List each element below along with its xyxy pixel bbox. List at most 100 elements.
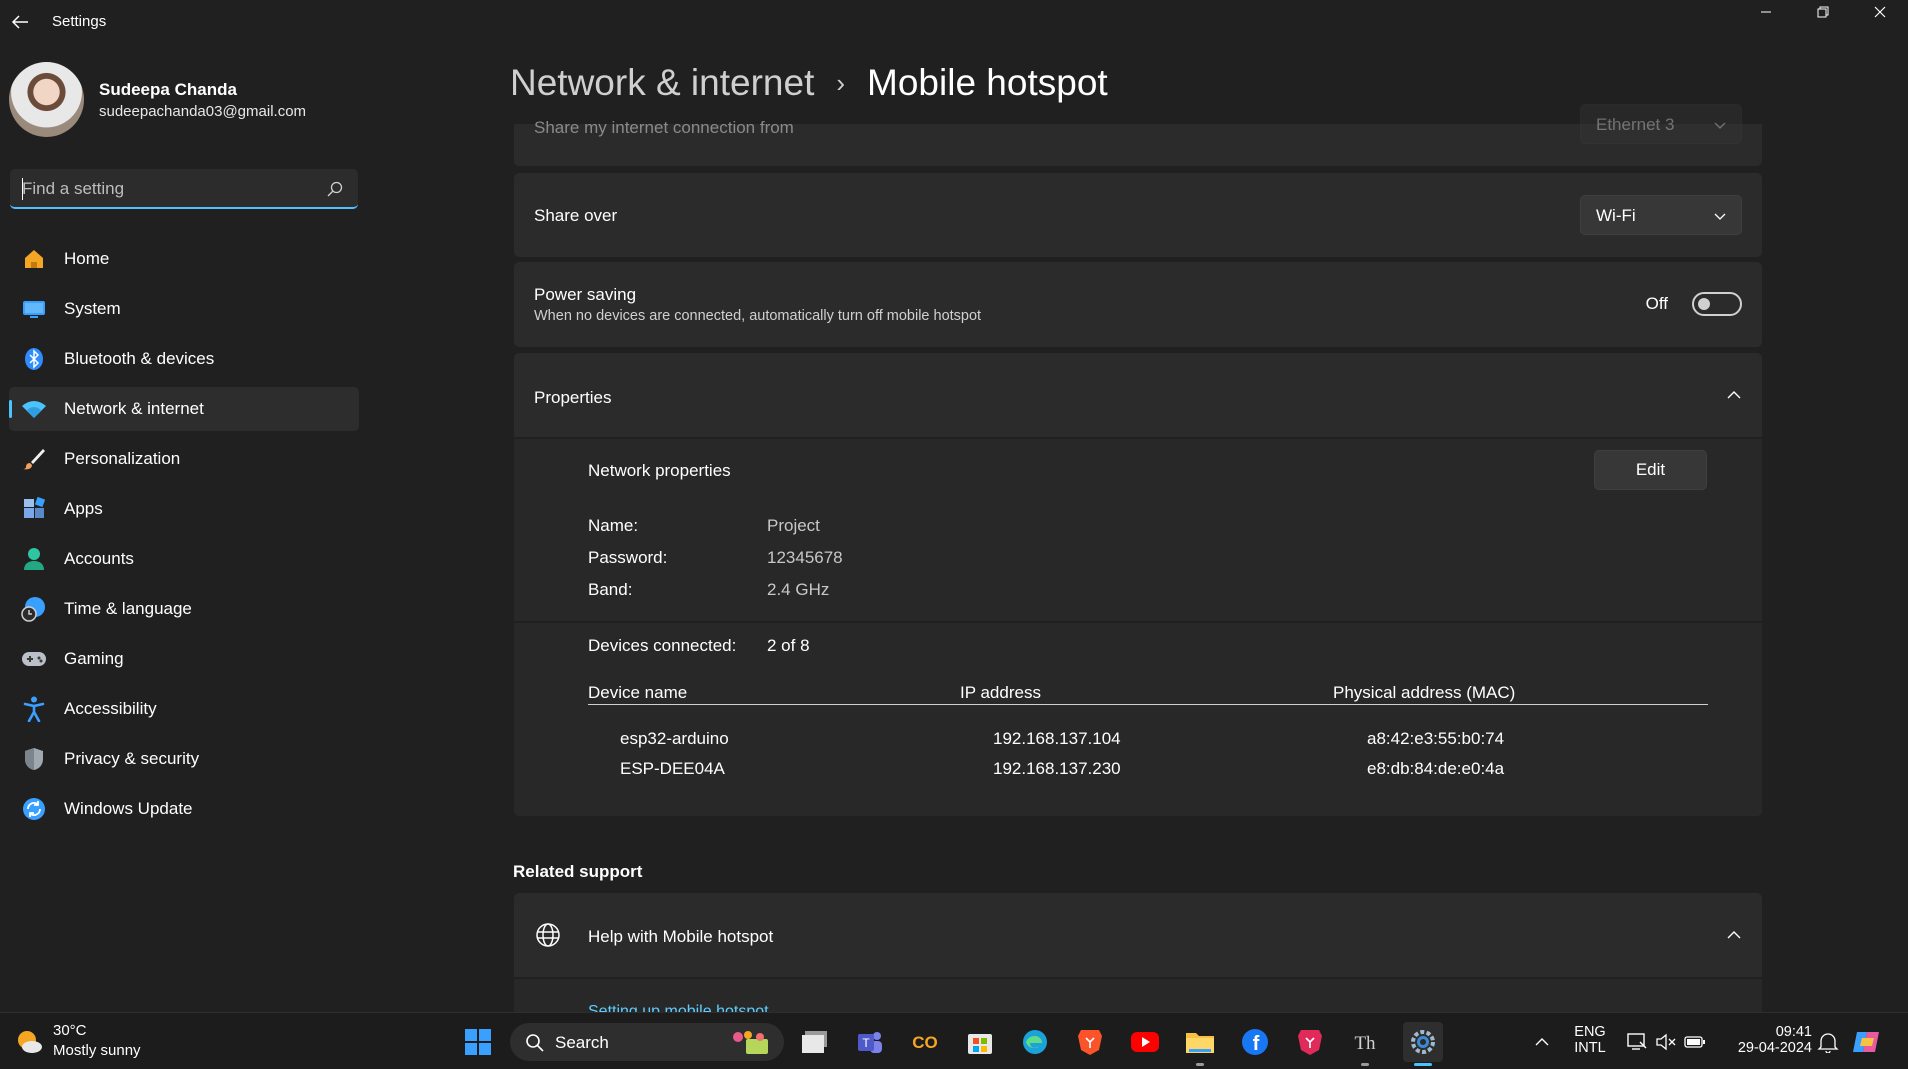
taskbar: 30°C Mostly sunny Search T CO f Th ENG I… <box>0 1012 1908 1069</box>
edit-button[interactable]: Edit <box>1594 450 1707 490</box>
battery-icon[interactable] <box>1680 1027 1710 1057</box>
name-value: Project <box>767 516 820 535</box>
share-over-label: Share over <box>534 206 618 225</box>
file-explorer-icon[interactable] <box>1185 1027 1215 1057</box>
system-icon <box>21 297 47 321</box>
share-over-card: Share over Wi-Fi <box>514 173 1762 257</box>
running-indicator <box>1196 1063 1204 1066</box>
gamepad-icon <box>21 647 47 671</box>
start-icon[interactable] <box>463 1027 493 1057</box>
bluetooth-icon <box>21 347 47 371</box>
sidebar-item-home[interactable]: Home <box>9 237 359 281</box>
svg-text:f: f <box>1253 1033 1260 1055</box>
shield-icon <box>21 747 47 771</box>
teams-icon[interactable]: T <box>855 1027 885 1057</box>
restore-icon[interactable] <box>1795 0 1851 24</box>
language-line-1: ENG <box>1574 1024 1606 1040</box>
network-properties-label: Network properties <box>588 461 731 480</box>
search-input[interactable] <box>22 178 322 200</box>
edge-icon[interactable] <box>1020 1027 1050 1057</box>
notification-bell-icon[interactable] <box>1813 1027 1843 1057</box>
sidebar-item-label: Accounts <box>64 549 134 568</box>
sidebar-item-accessibility[interactable]: Accessibility <box>9 687 359 731</box>
share-from-dropdown[interactable]: Ethernet 3 <box>1580 104 1742 144</box>
active-app-indicator <box>1414 1063 1432 1066</box>
globe-clock-icon <box>21 597 47 622</box>
sidebar-item-label: Personalization <box>64 449 181 468</box>
task-view-icon[interactable] <box>800 1027 830 1057</box>
store-icon[interactable] <box>965 1027 995 1057</box>
chevron-down-icon <box>1713 209 1727 223</box>
toggle-knob <box>1698 298 1710 310</box>
clock[interactable]: 09:41 29-04-2024 <box>1722 1024 1812 1056</box>
volume-muted-icon[interactable] <box>1651 1027 1681 1057</box>
breadcrumb-separator: › <box>836 67 846 98</box>
facebook-icon[interactable]: f <box>1240 1027 1270 1057</box>
power-saving-label: Power saving <box>534 285 637 304</box>
taskbar-search-label: Search <box>555 1033 609 1052</box>
sidebar-item-time-language[interactable]: Time & language <box>9 587 359 631</box>
clock-time: 09:41 <box>1775 1024 1812 1040</box>
share-from-card: Share my internet connection from Ethern… <box>514 104 1762 166</box>
update-icon <box>21 797 47 821</box>
weather-description[interactable]: Mostly sunny <box>53 1042 141 1059</box>
help-mobile-hotspot-header[interactable]: Help with Mobile hotspot <box>514 893 1762 977</box>
chevron-up-icon[interactable] <box>1726 387 1742 403</box>
devices-table-header: Device name IP address Physical address … <box>588 683 1708 705</box>
chevron-up-icon[interactable] <box>1527 1027 1557 1057</box>
network-monitor-icon[interactable] <box>1622 1027 1652 1057</box>
wifi-icon <box>21 397 47 421</box>
sidebar-item-windows-update[interactable]: Windows Update <box>9 787 359 831</box>
sidebar-item-personalization[interactable]: Personalization <box>9 437 359 481</box>
sidebar-item-network[interactable]: Network & internet <box>9 387 359 431</box>
chevron-up-icon[interactable] <box>1726 927 1742 943</box>
taskbar-search[interactable]: Search <box>510 1023 784 1061</box>
sidebar-item-label: Privacy & security <box>64 749 200 768</box>
weather-temperature[interactable]: 30°C <box>53 1022 87 1039</box>
sidebar-item-accounts[interactable]: Accounts <box>9 537 359 581</box>
breadcrumb-parent[interactable]: Network & internet <box>510 62 814 104</box>
brave-beta-icon[interactable] <box>1295 1027 1325 1057</box>
sidebar-item-label: Windows Update <box>64 799 193 818</box>
avatar[interactable] <box>9 62 84 137</box>
column-header-ip-address: IP address <box>960 683 1041 702</box>
minimize-icon[interactable] <box>1738 0 1794 24</box>
language-indicator[interactable]: ENG INTL <box>1570 1024 1610 1056</box>
weather-sun-icon[interactable] <box>14 1027 44 1057</box>
sidebar-item-gaming[interactable]: Gaming <box>9 637 359 681</box>
properties-header[interactable]: Properties <box>514 353 1762 437</box>
help-mobile-hotspot-label: Help with Mobile hotspot <box>588 927 774 946</box>
power-saving-toggle[interactable] <box>1692 292 1742 316</box>
sidebar-item-bluetooth[interactable]: Bluetooth & devices <box>9 337 359 381</box>
svg-text:Th: Th <box>1354 1033 1376 1054</box>
copilot-icon[interactable] <box>1852 1027 1882 1057</box>
sidebar-item-system[interactable]: System <box>9 287 359 331</box>
search-icon[interactable] <box>326 180 344 198</box>
search-box[interactable] <box>10 169 358 209</box>
share-from-label: Share my internet connection from <box>534 118 794 137</box>
back-arrow-icon[interactable] <box>8 10 32 34</box>
sidebar-item-privacy[interactable]: Privacy & security <box>9 737 359 781</box>
profile-name: Sudeepa Chanda <box>99 80 237 99</box>
password-key: Password: <box>588 548 668 567</box>
device-mac-cell: e8:db:84:de:e0:4a <box>1367 759 1505 778</box>
copilot-co-icon[interactable]: CO <box>910 1027 940 1057</box>
device-mac-cell: a8:42:e3:55:b0:74 <box>1367 729 1505 748</box>
page-title: Mobile hotspot <box>867 62 1108 103</box>
device-ip-cell: 192.168.137.104 <box>993 729 1121 748</box>
share-over-dropdown[interactable]: Wi-Fi <box>1580 195 1742 235</box>
share-over-value: Wi-Fi <box>1596 206 1636 225</box>
brave-icon[interactable] <box>1075 1027 1105 1057</box>
settings-gear-icon[interactable] <box>1403 1022 1443 1062</box>
typography-app-icon[interactable]: Th <box>1350 1027 1380 1057</box>
search-highlight-icon <box>726 1027 776 1057</box>
sidebar-item-label: Home <box>64 249 110 268</box>
close-icon[interactable] <box>1852 0 1908 24</box>
sidebar-item-label: Accessibility <box>64 699 157 718</box>
sidebar-item-apps[interactable]: Apps <box>9 487 359 531</box>
youtube-icon[interactable] <box>1130 1027 1160 1057</box>
sidebar-item-label: Network & internet <box>64 399 204 418</box>
title-bar: Settings <box>0 0 1908 44</box>
sidebar-nav: Home System Bluetooth & devices Network … <box>9 237 359 837</box>
network-properties-panel: Network properties Edit Name: Project Pa… <box>514 439 1762 621</box>
